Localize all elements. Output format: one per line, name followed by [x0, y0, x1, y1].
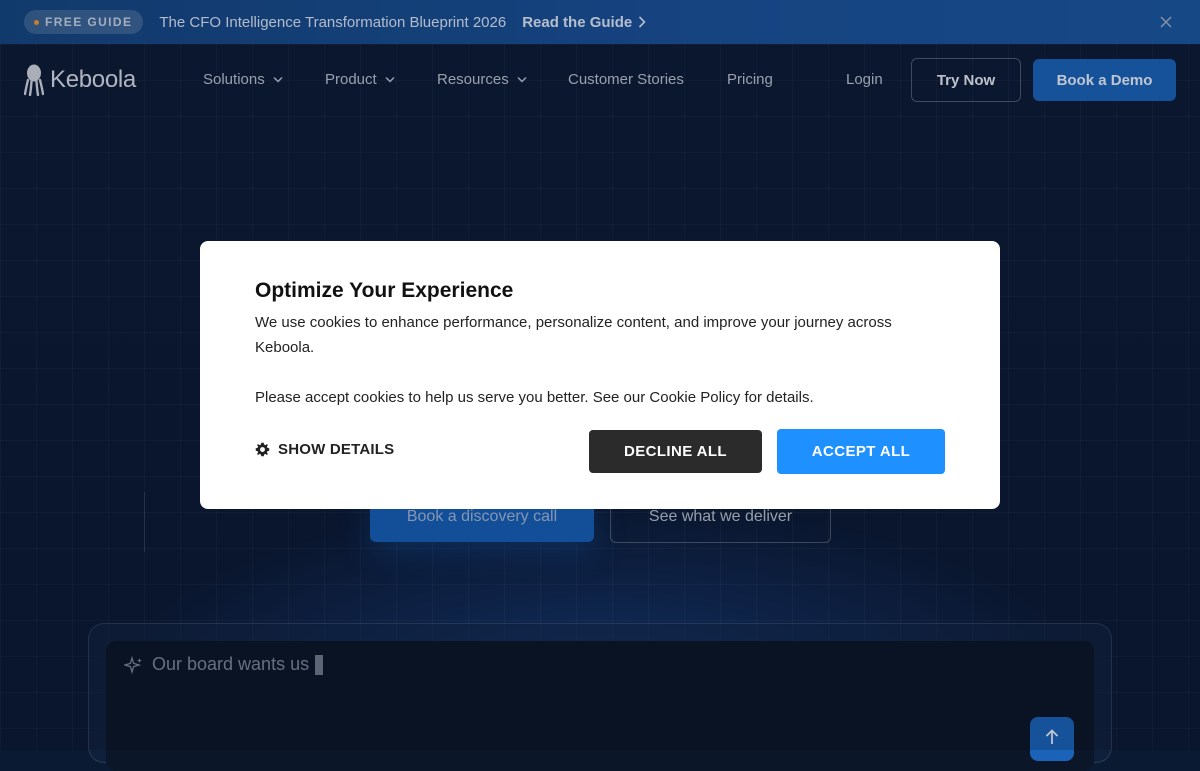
show-details-toggle[interactable]: SHOW DETAILS — [255, 441, 394, 458]
cookie-dialog-title: Optimize Your Experience — [255, 279, 514, 302]
accept-all-button[interactable]: ACCEPT ALL — [777, 429, 945, 474]
cookie-dialog-body: We use cookies to enhance performance, p… — [255, 314, 892, 356]
gear-icon — [255, 442, 270, 457]
cookie-consent-dialog: Optimize Your Experience We use cookies … — [200, 241, 1000, 509]
cookie-dialog-policy-text: Please accept cookies to help us serve y… — [255, 389, 814, 406]
decline-all-button[interactable]: DECLINE ALL — [589, 430, 762, 473]
show-details-label: SHOW DETAILS — [278, 441, 395, 458]
